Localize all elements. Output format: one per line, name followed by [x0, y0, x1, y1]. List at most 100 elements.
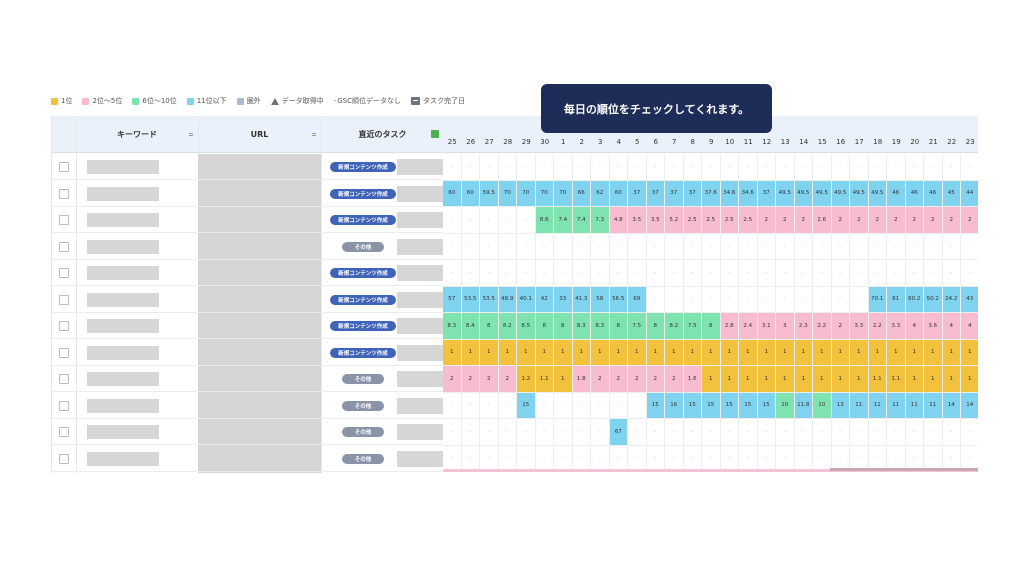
rank-cell[interactable]: 1	[831, 366, 850, 393]
rank-cell[interactable]: 2	[609, 366, 628, 393]
row-checkbox[interactable]	[59, 294, 69, 305]
rank-cell[interactable]: 15	[757, 392, 776, 419]
rank-cell[interactable]: 1	[720, 366, 739, 393]
rank-cell[interactable]: 59.5	[480, 180, 499, 207]
rank-cell[interactable]: 1	[905, 366, 924, 393]
rank-cell[interactable]: -	[739, 419, 758, 446]
rank-cell[interactable]: -	[480, 260, 499, 287]
rank-cell[interactable]: 1	[942, 339, 961, 366]
rank-cell[interactable]: -	[443, 419, 462, 446]
rank-cell[interactable]: -	[831, 154, 850, 181]
rank-cell[interactable]: -	[868, 260, 887, 287]
table-row[interactable]: 新規コンテンツ作成	[52, 287, 444, 313]
rank-cell[interactable]: 1	[720, 339, 739, 366]
rank-cell[interactable]: 1	[813, 339, 832, 366]
rank-cell[interactable]: 1	[794, 366, 813, 393]
rank-cell[interactable]: -	[924, 233, 943, 260]
rank-cell[interactable]: -	[887, 233, 906, 260]
row-checkbox[interactable]	[59, 162, 69, 172]
rank-cell[interactable]: -	[572, 419, 591, 446]
rank-cell[interactable]: 1	[443, 339, 462, 366]
rank-cell[interactable]: -	[831, 286, 850, 313]
rank-cell[interactable]: -	[480, 233, 499, 260]
rank-cell[interactable]: -	[887, 419, 906, 446]
rank-cell[interactable]: -	[757, 154, 776, 181]
rank-cell[interactable]: -	[443, 154, 462, 181]
rank-cell[interactable]: -	[924, 419, 943, 446]
rank-cell[interactable]: 1	[665, 339, 684, 366]
rank-cell[interactable]: -	[905, 233, 924, 260]
rank-cell[interactable]: -	[554, 419, 573, 446]
rank-cell[interactable]: 33	[554, 286, 573, 313]
rank-cell[interactable]: 8.3	[591, 313, 610, 340]
task-badge[interactable]: 新規コンテンツ作成	[330, 188, 396, 199]
rank-cell[interactable]: 15	[646, 392, 665, 419]
rank-cell[interactable]: -	[609, 233, 628, 260]
rank-cell[interactable]: -	[665, 260, 684, 287]
rank-cell[interactable]: 37.6	[702, 180, 721, 207]
rank-cell[interactable]: -	[868, 233, 887, 260]
rank-cell[interactable]: -	[554, 154, 573, 181]
table-row[interactable]: その他	[52, 419, 444, 445]
rank-cell[interactable]: -	[480, 392, 499, 419]
row-checkbox[interactable]	[59, 268, 69, 278]
rank-cell[interactable]: 45	[942, 180, 961, 207]
rank-cell[interactable]: 61	[887, 286, 906, 313]
rank-cell[interactable]: 49.5	[794, 180, 813, 207]
rank-cell[interactable]: 5.2	[665, 207, 684, 234]
rank-cell[interactable]: -	[868, 154, 887, 181]
rank-cell[interactable]: 3.5	[646, 207, 665, 234]
rank-cell[interactable]: -	[443, 233, 462, 260]
rank-cell[interactable]: 49.5	[868, 180, 887, 207]
rank-cell[interactable]: 15	[702, 392, 721, 419]
rank-cell[interactable]: 8.4	[461, 313, 480, 340]
rank-cell[interactable]: -	[831, 419, 850, 446]
rank-cell[interactable]: -	[591, 419, 610, 446]
rank-cell[interactable]: -	[517, 260, 536, 287]
rank-cell[interactable]: -	[591, 392, 610, 419]
table-row[interactable]: 新規コンテンツ作成	[52, 154, 444, 180]
task-badge[interactable]: 新規コンテンツ作成	[330, 321, 396, 331]
rank-cell[interactable]: 7.3	[591, 207, 610, 234]
rank-cell[interactable]: 1	[887, 339, 906, 366]
rank-cell[interactable]: 1	[739, 366, 758, 393]
rank-cell[interactable]: 2	[443, 366, 462, 393]
rank-cell[interactable]: 2.5	[720, 207, 739, 234]
rank-cell[interactable]: -	[535, 154, 554, 181]
rank-cell[interactable]: 46	[887, 180, 906, 207]
rank-cell[interactable]: -	[942, 154, 961, 181]
rank-cell[interactable]: -	[498, 233, 517, 260]
rank-cell[interactable]: 56.5	[609, 286, 628, 313]
rank-cell[interactable]: 2	[924, 207, 943, 234]
rank-cell[interactable]: -	[924, 154, 943, 181]
rank-cell[interactable]: -	[443, 260, 462, 287]
rank-cell[interactable]: -	[813, 419, 832, 446]
table-row[interactable]: その他	[52, 234, 444, 260]
rank-cell[interactable]: -	[461, 392, 480, 419]
rank-cell[interactable]: 57	[443, 286, 462, 313]
rank-cell[interactable]: -	[776, 260, 795, 287]
rank-cell[interactable]: 2	[961, 207, 978, 234]
rank-cell[interactable]: 2.2	[868, 313, 887, 340]
rank-cell[interactable]: 2.5	[739, 207, 758, 234]
rank-cell[interactable]: -	[443, 392, 462, 419]
rank-cell[interactable]: -	[683, 286, 702, 313]
rank-cell[interactable]: -	[646, 154, 665, 181]
rank-cell[interactable]: -	[554, 260, 573, 287]
rank-cell[interactable]: 8	[535, 313, 554, 340]
rank-cell[interactable]: -	[498, 207, 517, 234]
rank-cell[interactable]: 1	[628, 339, 647, 366]
rank-cell[interactable]: 2	[646, 366, 665, 393]
table-row[interactable]: 新規コンテンツ作成	[52, 181, 444, 207]
rank-cell[interactable]: 8	[609, 313, 628, 340]
task-badge[interactable]: その他	[342, 374, 384, 384]
rank-cell[interactable]: -	[850, 233, 869, 260]
rank-cell[interactable]: 7.5	[683, 313, 702, 340]
rank-cell[interactable]: 4	[961, 313, 978, 340]
rank-cell[interactable]: -	[757, 260, 776, 287]
rank-cell[interactable]: -	[850, 260, 869, 287]
rank-cell[interactable]: 11	[850, 392, 869, 419]
rank-cell[interactable]: 58	[591, 286, 610, 313]
rank-cell[interactable]: -	[905, 260, 924, 287]
rank-cell[interactable]: 1.1	[535, 366, 554, 393]
